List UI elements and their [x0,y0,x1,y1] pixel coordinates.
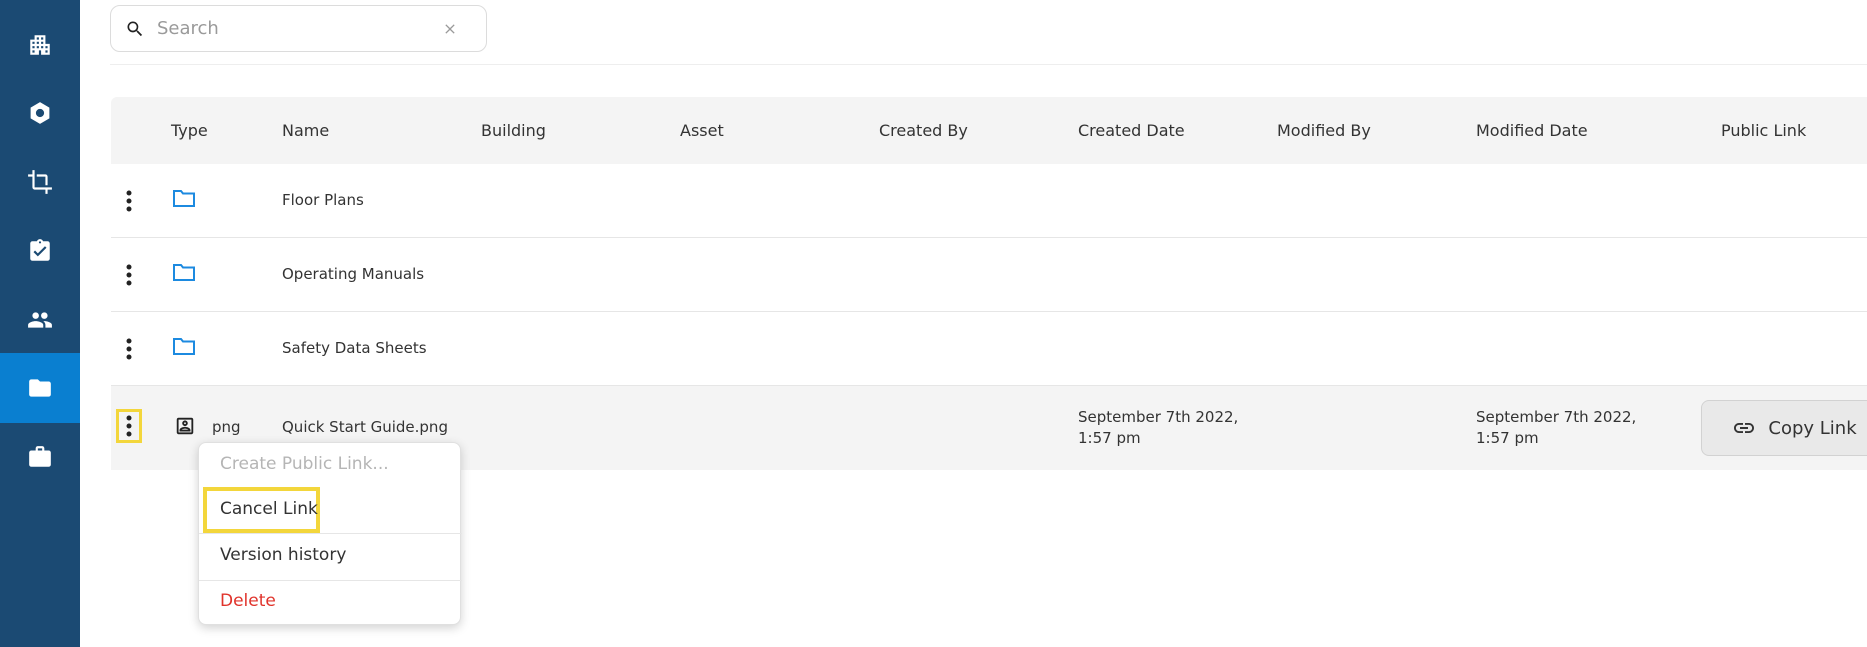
people-icon [28,312,52,328]
row-name[interactable]: Operating Manuals [282,265,424,283]
sidebar-item-work[interactable] [0,422,80,492]
header-created-date[interactable]: Created Date [1078,121,1185,140]
copy-link-button[interactable]: Copy Link [1701,400,1867,456]
building-icon [30,35,50,55]
folder-icon [172,188,196,208]
clear-search-button[interactable] [442,21,458,37]
row-created-date-line1: September 7th 2022, [1078,408,1239,426]
menu-item-create-public-link: Create Public Link... [220,454,389,474]
sidebar-item-documents[interactable] [0,353,80,423]
row-modified-date-line2: 1:57 pm [1476,429,1539,447]
sidebar [0,0,80,647]
folder-icon [172,336,196,356]
menu-item-cancel-link[interactable]: Cancel Link [199,499,462,519]
copy-link-label: Copy Link [1768,417,1857,439]
header-created-by[interactable]: Created By [879,121,968,140]
sidebar-item-crop[interactable] [0,147,80,217]
header-public-link: Public Link [1721,121,1807,140]
table-row[interactable]: Safety Data Sheets [111,312,1867,386]
folder-icon [172,262,196,282]
header-modified-date[interactable]: Modified Date [1476,121,1588,140]
sidebar-item-buildings[interactable] [0,10,80,80]
folder-icon [29,379,51,397]
search-input[interactable] [157,18,427,39]
link-icon [1734,423,1755,433]
more-vertical-icon [126,338,132,360]
menu-item-version-history[interactable]: Version history [199,545,462,565]
header-modified-by[interactable]: Modified By [1277,121,1371,140]
documents-table: Type Name Building Asset Created By Crea… [111,97,1867,470]
hexagon-icon [30,102,50,124]
main-content: Type Name Building Asset Created By Crea… [80,0,1867,647]
briefcase-icon [29,446,51,467]
clipboard-check-icon [30,239,50,261]
menu-divider [199,533,462,534]
row-actions-button[interactable] [119,335,139,363]
row-actions-button[interactable] [119,261,139,289]
search-icon [127,21,143,36]
row-type-label: png [212,418,241,436]
row-actions-button[interactable] [116,409,142,443]
more-vertical-icon [126,415,132,437]
table-row[interactable]: Operating Manuals [111,238,1867,312]
more-vertical-icon [126,264,132,286]
table-header: Type Name Building Asset Created By Crea… [111,97,1867,164]
table-row[interactable]: Floor Plans [111,164,1867,238]
sidebar-item-tasks[interactable] [0,216,80,286]
crop-icon [28,170,52,194]
row-modified-date-line1: September 7th 2022, [1476,408,1637,426]
row-actions-button[interactable] [119,187,139,215]
row-name[interactable]: Safety Data Sheets [282,339,427,357]
close-icon [445,24,455,34]
header-building[interactable]: Building [481,121,546,140]
row-name[interactable]: Floor Plans [282,191,364,209]
header-name[interactable]: Name [282,121,329,140]
menu-divider [199,580,462,581]
image-file-icon [174,415,196,437]
row-created-date-line2: 1:57 pm [1078,429,1141,447]
more-vertical-icon [126,190,132,212]
sidebar-item-people[interactable] [0,285,80,355]
row-name[interactable]: Quick Start Guide.png [282,418,448,436]
menu-item-delete[interactable]: Delete [199,591,462,611]
search-box [110,5,487,52]
divider [110,64,1867,65]
header-type[interactable]: Type [171,121,208,140]
sidebar-item-assets[interactable] [0,78,80,148]
row-context-menu: Create Public Link... Cancel Link Versio… [198,442,462,625]
header-asset[interactable]: Asset [680,121,724,140]
